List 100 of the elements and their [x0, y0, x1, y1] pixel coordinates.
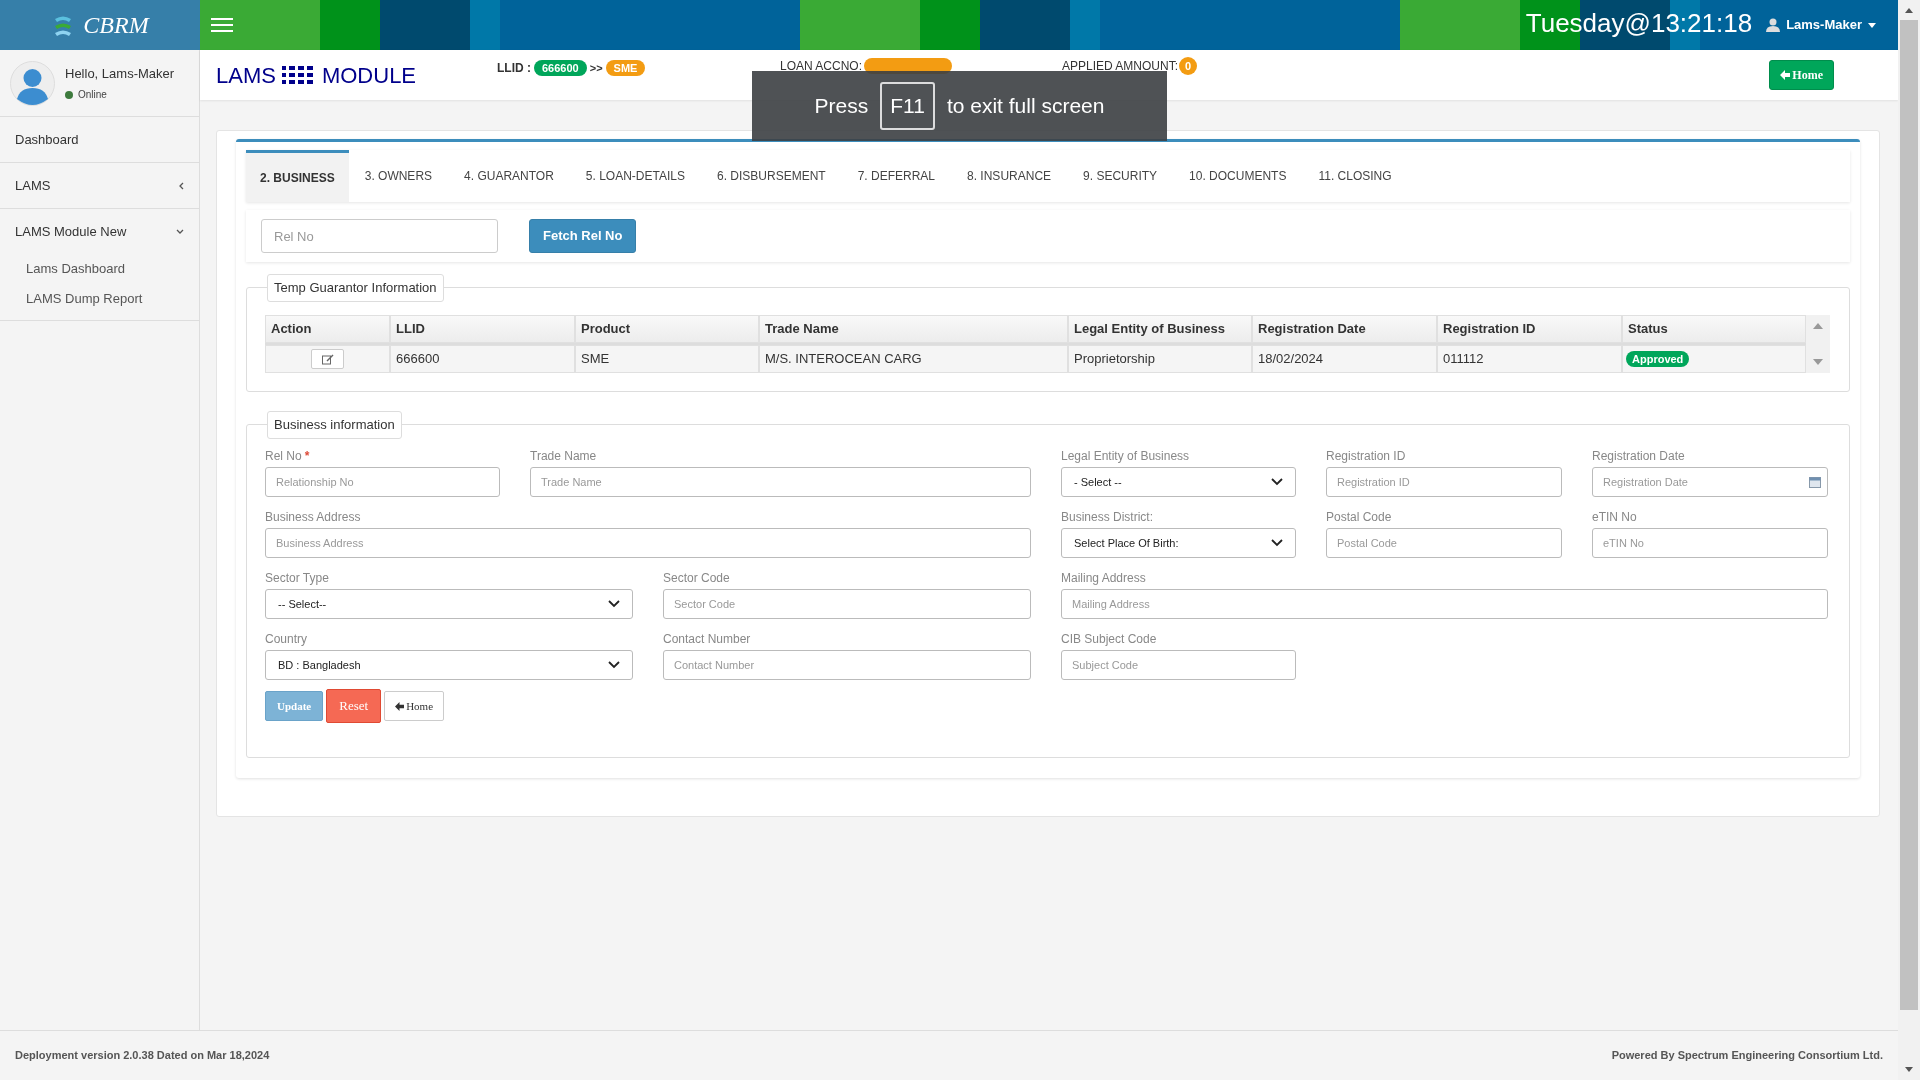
field-label: Country: [265, 631, 308, 648]
product-badge: SME: [605, 60, 646, 76]
arrow-left-icon: [1780, 70, 1791, 80]
select-field[interactable]: BD : Bangladesh: [265, 650, 633, 680]
separator-text: >>: [589, 60, 603, 76]
chevron-down-icon: [176, 228, 184, 235]
field-label: Legal Entity of Business: [1061, 448, 1190, 465]
input-field[interactable]: Subject Code: [1061, 650, 1296, 680]
chevron-left-icon: [178, 181, 184, 190]
scroll-down-icon[interactable]: [1904, 1066, 1914, 1074]
caret-icon: [1868, 22, 1876, 28]
field-label: Mailing Address: [1061, 570, 1146, 587]
fetch-button[interactable]: Fetch Rel No: [529, 219, 637, 253]
clock-text: Tuesday@13:21:18: [1525, 6, 1753, 40]
sidebar-item[interactable]: Dashboard: [0, 117, 199, 162]
user-icon: [1766, 18, 1781, 32]
column-header: LLID: [390, 315, 575, 343]
chevron-down-icon: [608, 600, 620, 608]
sidebar-item[interactable]: LAMS Module New: [0, 209, 199, 254]
tab[interactable]: 5. LOAN-DETAILS: [569, 150, 701, 202]
status-badge: Approved: [1626, 351, 1690, 367]
table-cell: SME: [575, 345, 759, 373]
input-field[interactable]: Registration ID: [1326, 467, 1562, 497]
column-header: Product: [575, 315, 759, 343]
field-label: Sector Code: [663, 570, 730, 587]
field-label: Trade Name: [530, 448, 597, 465]
input-field[interactable]: Trade Name: [530, 467, 1031, 497]
chevron-down-icon: [1271, 539, 1283, 547]
user-menu[interactable]: Lams-Maker: [1766, 15, 1876, 35]
column-header: Status: [1622, 315, 1806, 343]
tab[interactable]: 10. DOCUMENTS: [1173, 150, 1303, 202]
input-field[interactable]: Mailing Address: [1061, 589, 1828, 619]
field-label: eTIN No: [1592, 509, 1637, 526]
footer-text: Deployment version 2.0.38 Dated on Mar 18,2024: [15, 1048, 270, 1064]
field-label: Postal Code: [1326, 509, 1392, 526]
select-field[interactable]: Select Place Of Birth:: [1061, 528, 1296, 558]
scroll-up-icon[interactable]: [1904, 6, 1914, 14]
table-cell: 011112: [1437, 345, 1622, 373]
table-cell: M/S. INTEROCEAN CARG: [759, 345, 1068, 373]
module-title: MODULE: [321, 61, 417, 90]
tab[interactable]: 2. BUSINESS: [246, 150, 349, 202]
grid-icon: [281, 66, 316, 84]
field-label: Sector Type: [265, 570, 329, 587]
llid-badge: 666600: [534, 60, 587, 76]
input-field[interactable]: Sector Code: [663, 589, 1031, 619]
loan-accno-label: LOAN ACCNO:: [780, 58, 863, 75]
column-header: Registration ID: [1437, 315, 1622, 343]
fieldset-legend: Business information: [267, 411, 402, 439]
field-label: Contact Number: [663, 631, 751, 648]
field-label: Rel No: [265, 448, 302, 465]
tab[interactable]: 6. DISBURSEMENT: [701, 150, 842, 202]
sidebar-subitem[interactable]: LAMS Dump Report: [0, 284, 143, 314]
table-cell: 666600: [390, 345, 575, 373]
column-header: Registration Date: [1252, 315, 1437, 343]
home-button[interactable]: Home: [384, 691, 444, 721]
tab[interactable]: 9. SECURITY: [1067, 150, 1174, 202]
required-mark: *: [304, 448, 310, 465]
tab[interactable]: 4. GUARANTOR: [448, 150, 570, 202]
sidebar-item[interactable]: LAMS: [0, 163, 199, 208]
user-greeting: Hello, Lams-Maker: [65, 64, 175, 83]
avatar-icon: [10, 60, 55, 106]
notice-text: Press: [814, 93, 869, 120]
llid-label: LLID :: [497, 60, 531, 77]
tab[interactable]: 8. INSURANCE: [951, 150, 1068, 202]
rel-no-field[interactable]: Rel No: [261, 219, 498, 253]
input-field[interactable]: Contact Number: [663, 650, 1031, 680]
select-field[interactable]: -- Select--: [265, 589, 633, 619]
field-label: Business Address: [265, 509, 361, 526]
edit-button[interactable]: [311, 349, 344, 369]
menu-icon[interactable]: [211, 16, 235, 34]
input-field[interactable]: Postal Code: [1326, 528, 1562, 558]
edit-icon: [321, 353, 334, 365]
scrollbar-thumb[interactable]: [1900, 20, 1918, 1010]
calendar-icon[interactable]: [1809, 476, 1821, 488]
amount-badge: 0: [1179, 57, 1198, 75]
field-label: Registration Date: [1592, 448, 1685, 465]
tab[interactable]: 3. OWNERS: [348, 150, 449, 202]
sidebar-subitem[interactable]: Lams Dashboard: [0, 254, 125, 284]
tab[interactable]: 7. DEFERRAL: [841, 150, 952, 202]
arrow-left-icon: [395, 701, 405, 711]
chevron-down-icon: [608, 661, 620, 669]
fieldset-legend: Temp Guarantor Information: [267, 274, 444, 302]
input-field[interactable]: eTIN No: [1592, 528, 1828, 558]
logo-text: CBRM: [83, 11, 149, 40]
table-cell: 18/02/2024: [1252, 345, 1437, 373]
column-header: Trade Name: [759, 315, 1068, 343]
field-label: Business District:: [1061, 509, 1154, 526]
status-text: Online: [78, 88, 107, 103]
table-cell: Proprietorship: [1068, 345, 1252, 373]
notice-text: to exit full screen: [946, 93, 1105, 120]
select-field[interactable]: - Select --: [1061, 467, 1296, 497]
input-field[interactable]: Relationship No: [265, 467, 500, 497]
module-title: LAMS: [216, 61, 276, 90]
tab[interactable]: 11. CLOSING: [1302, 150, 1408, 202]
applied-amount-label: APPLIED AMNOUNT:: [1062, 58, 1179, 75]
input-field[interactable]: Business Address: [265, 528, 1031, 558]
column-header: Action: [265, 315, 390, 343]
chevron-down-icon: [1271, 478, 1283, 486]
field-label: CIB Subject Code: [1061, 631, 1157, 648]
column-header: Legal Entity of Business: [1068, 315, 1252, 343]
